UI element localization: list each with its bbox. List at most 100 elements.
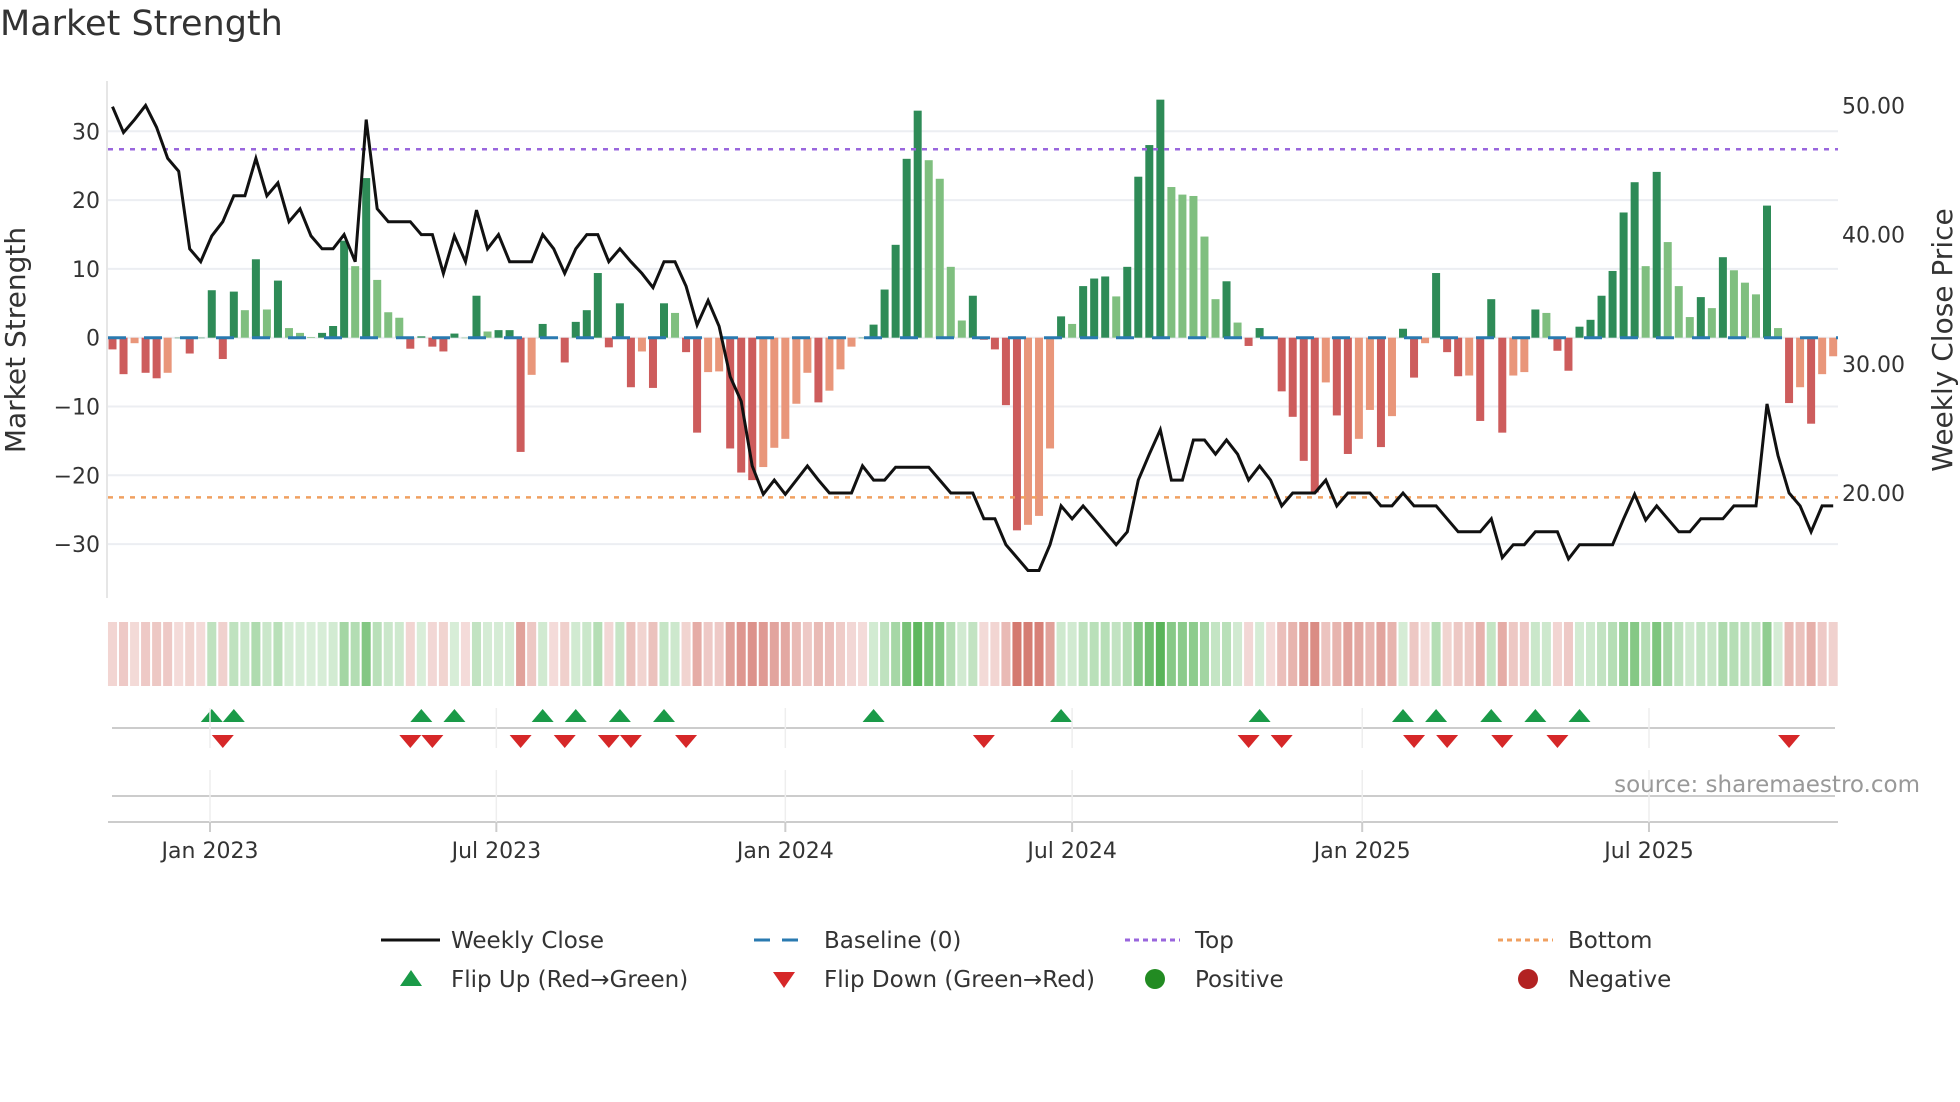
flip-up-marker bbox=[1248, 709, 1271, 722]
heatmap-cell bbox=[1233, 622, 1243, 686]
bar-negative bbox=[141, 337, 150, 373]
bar-negative bbox=[439, 337, 448, 352]
heatmap-cell bbox=[527, 622, 537, 686]
heatmap-cell bbox=[163, 622, 173, 686]
heatmap-cell bbox=[1266, 622, 1276, 686]
bar-negative bbox=[770, 337, 779, 448]
bar-negative bbox=[185, 337, 194, 354]
heatmap-cell bbox=[714, 622, 724, 686]
bar-positive bbox=[1090, 278, 1099, 338]
flip-up-marker bbox=[862, 709, 885, 722]
heatmap-cell bbox=[1652, 622, 1662, 686]
bar-positive bbox=[1696, 297, 1705, 338]
heatmap-cell bbox=[174, 622, 184, 686]
heatmap-cell bbox=[1222, 622, 1232, 686]
heatmap-cell bbox=[372, 622, 382, 686]
heatmap-cell bbox=[1773, 622, 1783, 686]
bar-positive bbox=[340, 240, 349, 338]
bar-positive bbox=[1200, 236, 1209, 338]
heatmap-cell bbox=[1431, 622, 1441, 686]
bar-positive bbox=[593, 273, 602, 338]
heatmap-cell bbox=[626, 622, 636, 686]
heatmap-cell bbox=[1155, 622, 1165, 686]
legend-item-positive: Positive bbox=[1145, 967, 1284, 993]
strength-bars bbox=[108, 99, 1838, 531]
heatmap-cell bbox=[1034, 622, 1044, 686]
bar-negative bbox=[1244, 337, 1253, 346]
flip-down-marker bbox=[1403, 735, 1426, 748]
y-tick-label: 0 bbox=[86, 327, 100, 352]
flip-down-marker bbox=[1546, 735, 1569, 748]
heatmap-cell bbox=[670, 622, 680, 686]
heatmap-cell bbox=[1343, 622, 1353, 686]
bar-positive bbox=[1101, 276, 1110, 338]
heatmap-cell bbox=[1641, 622, 1651, 686]
bar-positive bbox=[1597, 295, 1606, 338]
heatmap-cell bbox=[891, 622, 901, 686]
heatmap-cell bbox=[1519, 622, 1529, 686]
heatmap-cell bbox=[593, 622, 603, 686]
bar-positive bbox=[1057, 316, 1066, 338]
bar-negative bbox=[693, 337, 702, 433]
heatmap-cell bbox=[1453, 622, 1463, 686]
bar-positive bbox=[660, 303, 668, 338]
bar-negative bbox=[1454, 337, 1463, 377]
flip-down-marker bbox=[421, 735, 444, 748]
legend-label: Top bbox=[1194, 928, 1234, 954]
heatmap-cell bbox=[1023, 622, 1033, 686]
bar-positive bbox=[538, 323, 547, 338]
flip-down-marker bbox=[619, 735, 642, 748]
bar-positive bbox=[671, 312, 680, 338]
bar-positive bbox=[957, 320, 966, 338]
bar-negative bbox=[637, 337, 646, 352]
heatmap-cell bbox=[703, 622, 713, 686]
heatmap-cell bbox=[1740, 622, 1750, 686]
heatmap-cell bbox=[1376, 622, 1386, 686]
heatmap-cell bbox=[1674, 622, 1684, 686]
flip-up-marker bbox=[222, 709, 245, 722]
bar-negative bbox=[1818, 337, 1827, 375]
heatmap-cell bbox=[858, 622, 868, 686]
flip-down-marker bbox=[1436, 735, 1459, 748]
y2-tick-label: 30.00 bbox=[1842, 353, 1905, 378]
heatmap-cell bbox=[1299, 622, 1309, 686]
heatmap-cell bbox=[1619, 622, 1629, 686]
heatmap-cell bbox=[582, 622, 592, 686]
flip-down-marker bbox=[211, 735, 234, 748]
heatmap-cell bbox=[791, 622, 801, 686]
heatmap-cell bbox=[1288, 622, 1298, 686]
bar-positive bbox=[1211, 299, 1220, 338]
heatmap-cell bbox=[1398, 622, 1408, 686]
bar-positive bbox=[913, 110, 922, 338]
heatmap-cell bbox=[1464, 622, 1474, 686]
bar-negative bbox=[1443, 337, 1452, 353]
bar-positive bbox=[1575, 326, 1584, 338]
heatmap-cell bbox=[813, 622, 823, 686]
bar-positive bbox=[1685, 317, 1694, 338]
bar-negative bbox=[1498, 337, 1507, 433]
x-tick-label: Jan 2023 bbox=[160, 839, 259, 864]
bar-negative bbox=[1564, 337, 1573, 371]
bar-positive bbox=[251, 259, 260, 338]
bar-negative bbox=[527, 337, 536, 375]
heatmap-cell bbox=[990, 622, 1000, 686]
bar-negative bbox=[836, 337, 845, 370]
bar-positive bbox=[968, 295, 977, 338]
heatmap-cell bbox=[1597, 622, 1607, 686]
heatmap-cell bbox=[339, 622, 349, 686]
heatmap-cell bbox=[769, 622, 779, 686]
bar-positive bbox=[1487, 299, 1496, 338]
flip-down-marker bbox=[675, 735, 698, 748]
bar-positive bbox=[1112, 296, 1121, 338]
heatmap-cell bbox=[229, 622, 239, 686]
heatmap-cell bbox=[273, 622, 283, 686]
y2-tick-label: 20.00 bbox=[1842, 482, 1905, 507]
heatmap-cell bbox=[438, 622, 448, 686]
flip-up-marker bbox=[1050, 709, 1073, 722]
triangle-down-icon bbox=[773, 972, 795, 988]
heatmap-cell bbox=[1475, 622, 1485, 686]
bar-negative bbox=[130, 337, 139, 344]
heatmap-cell bbox=[152, 622, 162, 686]
bar-negative bbox=[781, 337, 790, 439]
heatmap-cell bbox=[1508, 622, 1518, 686]
